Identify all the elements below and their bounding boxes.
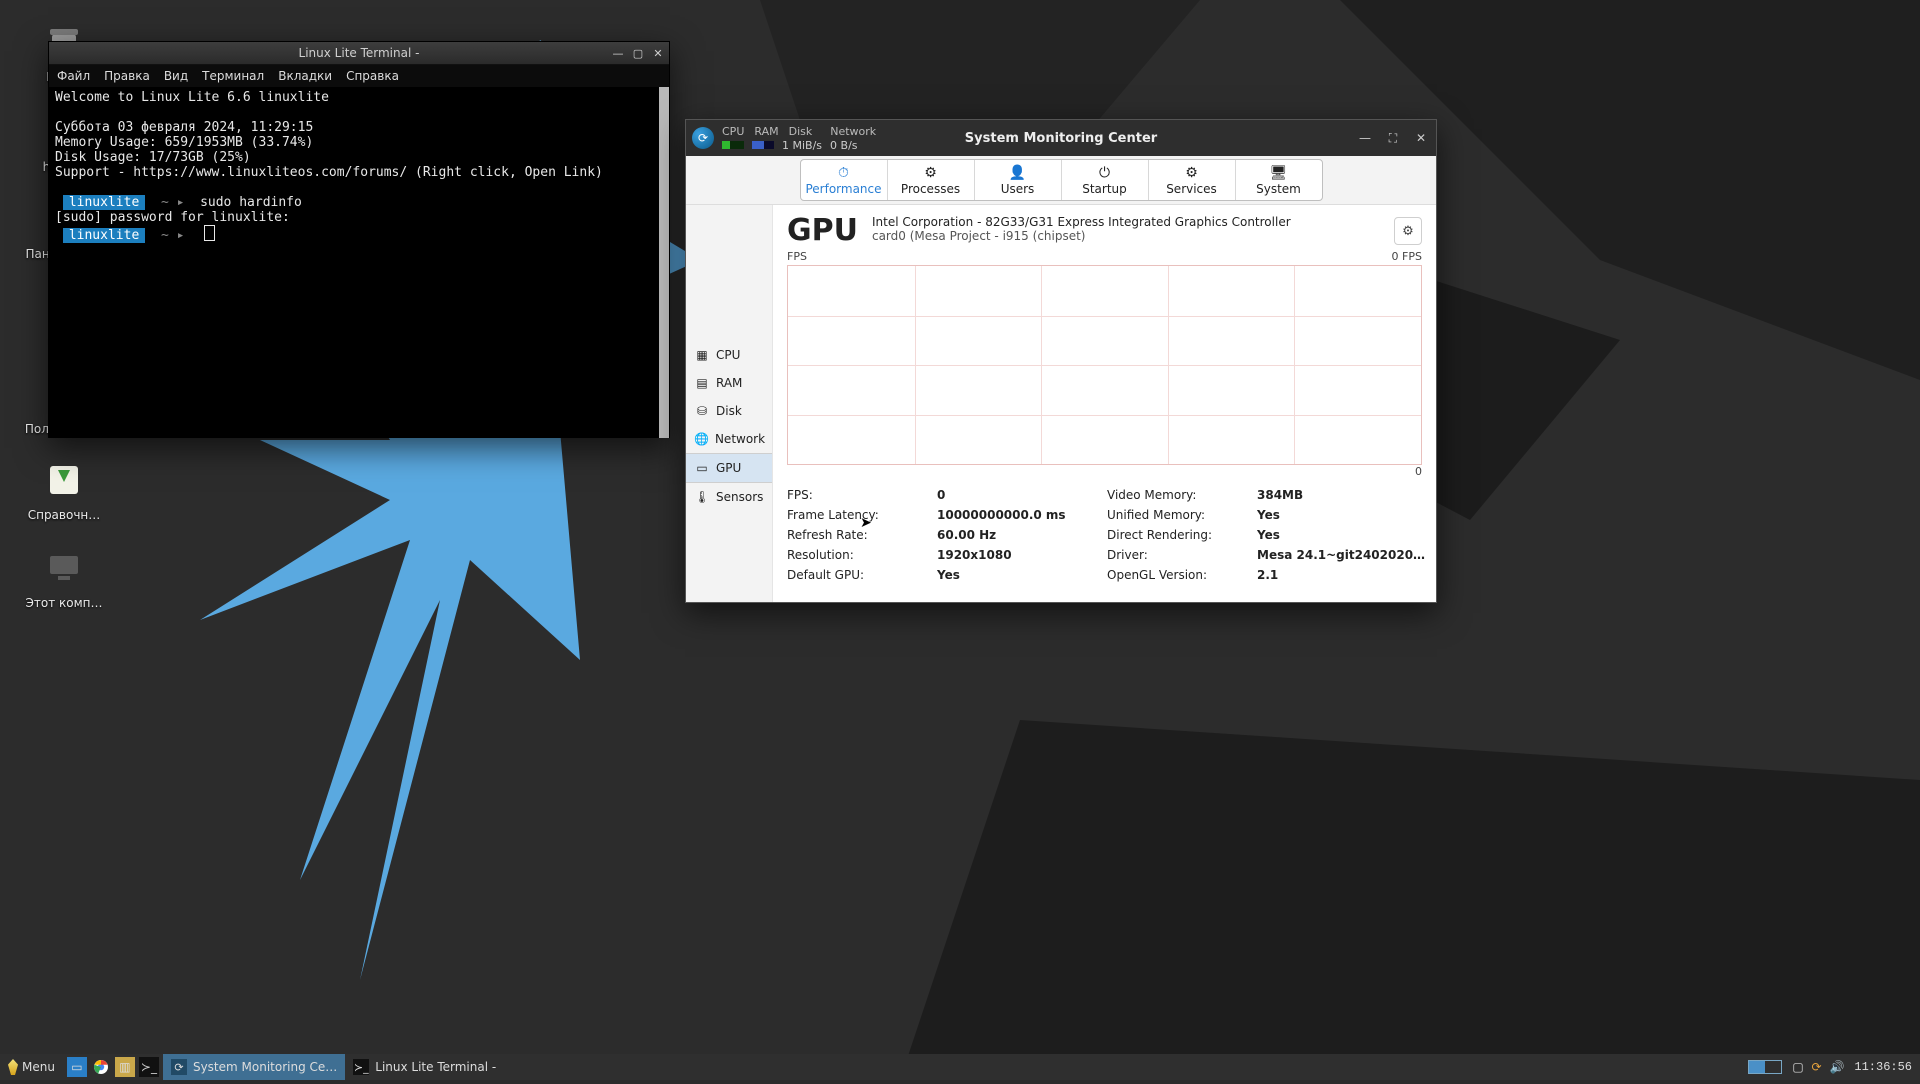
cpu-icon: ▦ <box>694 347 710 363</box>
chart-x-min: 0 <box>1415 465 1422 478</box>
chrome-icon <box>93 1059 109 1075</box>
update-icon[interactable]: ⟳ <box>1812 1060 1822 1074</box>
power-icon: ⏻ <box>1099 165 1110 181</box>
gpu-description: Intel Corporation - 82G33/G31 Express In… <box>872 215 1291 229</box>
tab-users[interactable]: 👤Users <box>975 160 1062 200</box>
smc-sidebar: ▦CPU ▤RAM ⛁Disk 🌐Network ▭GPU 🌡Sensors <box>686 205 773 602</box>
workspace-switcher[interactable] <box>1748 1060 1782 1074</box>
smc-task-icon: ⟳ <box>171 1059 187 1075</box>
minimize-button[interactable]: — <box>611 46 625 60</box>
volume-icon[interactable]: 🔊 <box>1829 1060 1844 1074</box>
terminal-menubar: Файл Правка Вид Терминал Вкладки Справка <box>49 65 669 87</box>
sidebar-item-sensors[interactable]: 🌡Sensors <box>686 483 772 511</box>
terminal-body[interactable]: Welcome to Linux Lite 6.6 linuxlite Субб… <box>49 87 669 438</box>
sidebar-item-network[interactable]: 🌐Network <box>686 425 772 453</box>
taskbar: Menu ▭ ▥ ≻_ ⟳System Monitoring Ce… ≻_Lin… <box>0 1054 1920 1080</box>
sidebar-item-cpu[interactable]: ▦CPU <box>686 341 772 369</box>
menu-tabs[interactable]: Вкладки <box>278 69 332 83</box>
sidebar-item-gpu[interactable]: ▭GPU <box>686 453 772 483</box>
maximize-button[interactable]: ▢ <box>631 46 645 60</box>
desktop-icon-label: Справочн… <box>20 508 108 522</box>
smc-header-mini: CPU RAM Disk Network 1 MiB/s 0 B/s <box>722 125 876 152</box>
close-button[interactable]: ✕ <box>1412 129 1430 147</box>
smc-window: ⟳ CPU RAM Disk Network 1 MiB/s 0 B/s Sys… <box>685 119 1437 603</box>
sidebar-item-disk[interactable]: ⛁Disk <box>686 397 772 425</box>
chrome-launcher[interactable] <box>91 1057 111 1077</box>
maximize-button[interactable]: ⛶ <box>1384 129 1402 147</box>
desktop-icon-help[interactable]: Справочн… <box>20 456 108 522</box>
smc-titlebar[interactable]: ⟳ CPU RAM Disk Network 1 MiB/s 0 B/s Sys… <box>686 120 1436 156</box>
fps-chart <box>787 265 1422 465</box>
user-icon: 👤 <box>1009 165 1026 181</box>
gears-icon: ⚙ <box>1185 165 1198 181</box>
smc-toolbar: ⏱Performance ⚙Processes 👤Users ⏻Startup … <box>686 156 1436 205</box>
show-desktop-button[interactable]: ▭ <box>67 1057 87 1077</box>
sidebar-item-ram[interactable]: ▤RAM <box>686 369 772 397</box>
tab-services[interactable]: ⚙Services <box>1149 160 1236 200</box>
task-smc[interactable]: ⟳System Monitoring Ce… <box>163 1054 345 1080</box>
terminal-scrollbar[interactable] <box>659 87 669 438</box>
battery-icon[interactable]: ▢ <box>1792 1060 1803 1074</box>
terminal-title: Linux Lite Terminal - <box>299 46 420 60</box>
smc-main: GPU Intel Corporation - 82G33/G31 Expres… <box>773 205 1436 602</box>
smc-app-icon: ⟳ <box>692 127 714 149</box>
page-settings-button[interactable]: ⚙ <box>1394 217 1422 245</box>
desktop-icon-label: Этот комп… <box>20 596 108 610</box>
smc-tabs: ⏱Performance ⚙Processes 👤Users ⏻Startup … <box>800 159 1323 201</box>
close-button[interactable]: ✕ <box>651 46 665 60</box>
gear-icon: ⚙ <box>924 165 937 181</box>
gpu-details: FPS:0Video Memory:384MB Frame Latency:10… <box>773 482 1436 592</box>
terminal-window: Linux Lite Terminal - — ▢ ✕ Файл Правка … <box>48 41 670 438</box>
minimize-button[interactable]: — <box>1356 129 1374 147</box>
ram-icon: ▤ <box>694 375 710 391</box>
terminal-launcher[interactable]: ≻_ <box>139 1057 159 1077</box>
chart-y-label: FPS <box>787 250 807 263</box>
tab-processes[interactable]: ⚙Processes <box>888 160 975 200</box>
terminal-titlebar[interactable]: Linux Lite Terminal - — ▢ ✕ <box>49 42 669 65</box>
feather-icon <box>8 1059 18 1075</box>
chart-value-label: 0 FPS <box>1392 250 1422 263</box>
tab-startup[interactable]: ⏻Startup <box>1062 160 1149 200</box>
menu-file[interactable]: Файл <box>57 69 90 83</box>
tab-system[interactable]: 🖥System <box>1236 160 1322 200</box>
terminal-task-icon: ≻_ <box>353 1059 369 1075</box>
menu-view[interactable]: Вид <box>164 69 188 83</box>
tab-performance[interactable]: ⏱Performance <box>801 160 888 200</box>
globe-icon: 🌐 <box>694 431 709 447</box>
disk-icon: ⛁ <box>694 403 710 419</box>
gauge-icon: ⏱ <box>838 165 849 181</box>
monitor-icon: 🖥 <box>1270 165 1288 181</box>
menu-edit[interactable]: Правка <box>104 69 150 83</box>
files-launcher[interactable]: ▥ <box>115 1057 135 1077</box>
menu-terminal[interactable]: Терминал <box>202 69 264 83</box>
thermometer-icon: 🌡 <box>694 489 710 505</box>
desktop-icon-computer[interactable]: Этот комп… <box>20 544 108 610</box>
task-terminal[interactable]: ≻_Linux Lite Terminal - <box>345 1054 504 1080</box>
clock[interactable]: 11:36:56 <box>1854 1060 1912 1074</box>
gpu-icon: ▭ <box>694 460 710 476</box>
gpu-subdesc: card0 (Mesa Project - i915 (chipset) <box>872 229 1291 243</box>
page-heading: GPU <box>787 213 858 248</box>
gear-icon: ⚙ <box>1402 224 1414 239</box>
menu-help[interactable]: Справка <box>346 69 399 83</box>
start-menu-button[interactable]: Menu <box>0 1054 63 1080</box>
system-tray: ▢ ⟳ 🔊 <box>1790 1060 1846 1074</box>
